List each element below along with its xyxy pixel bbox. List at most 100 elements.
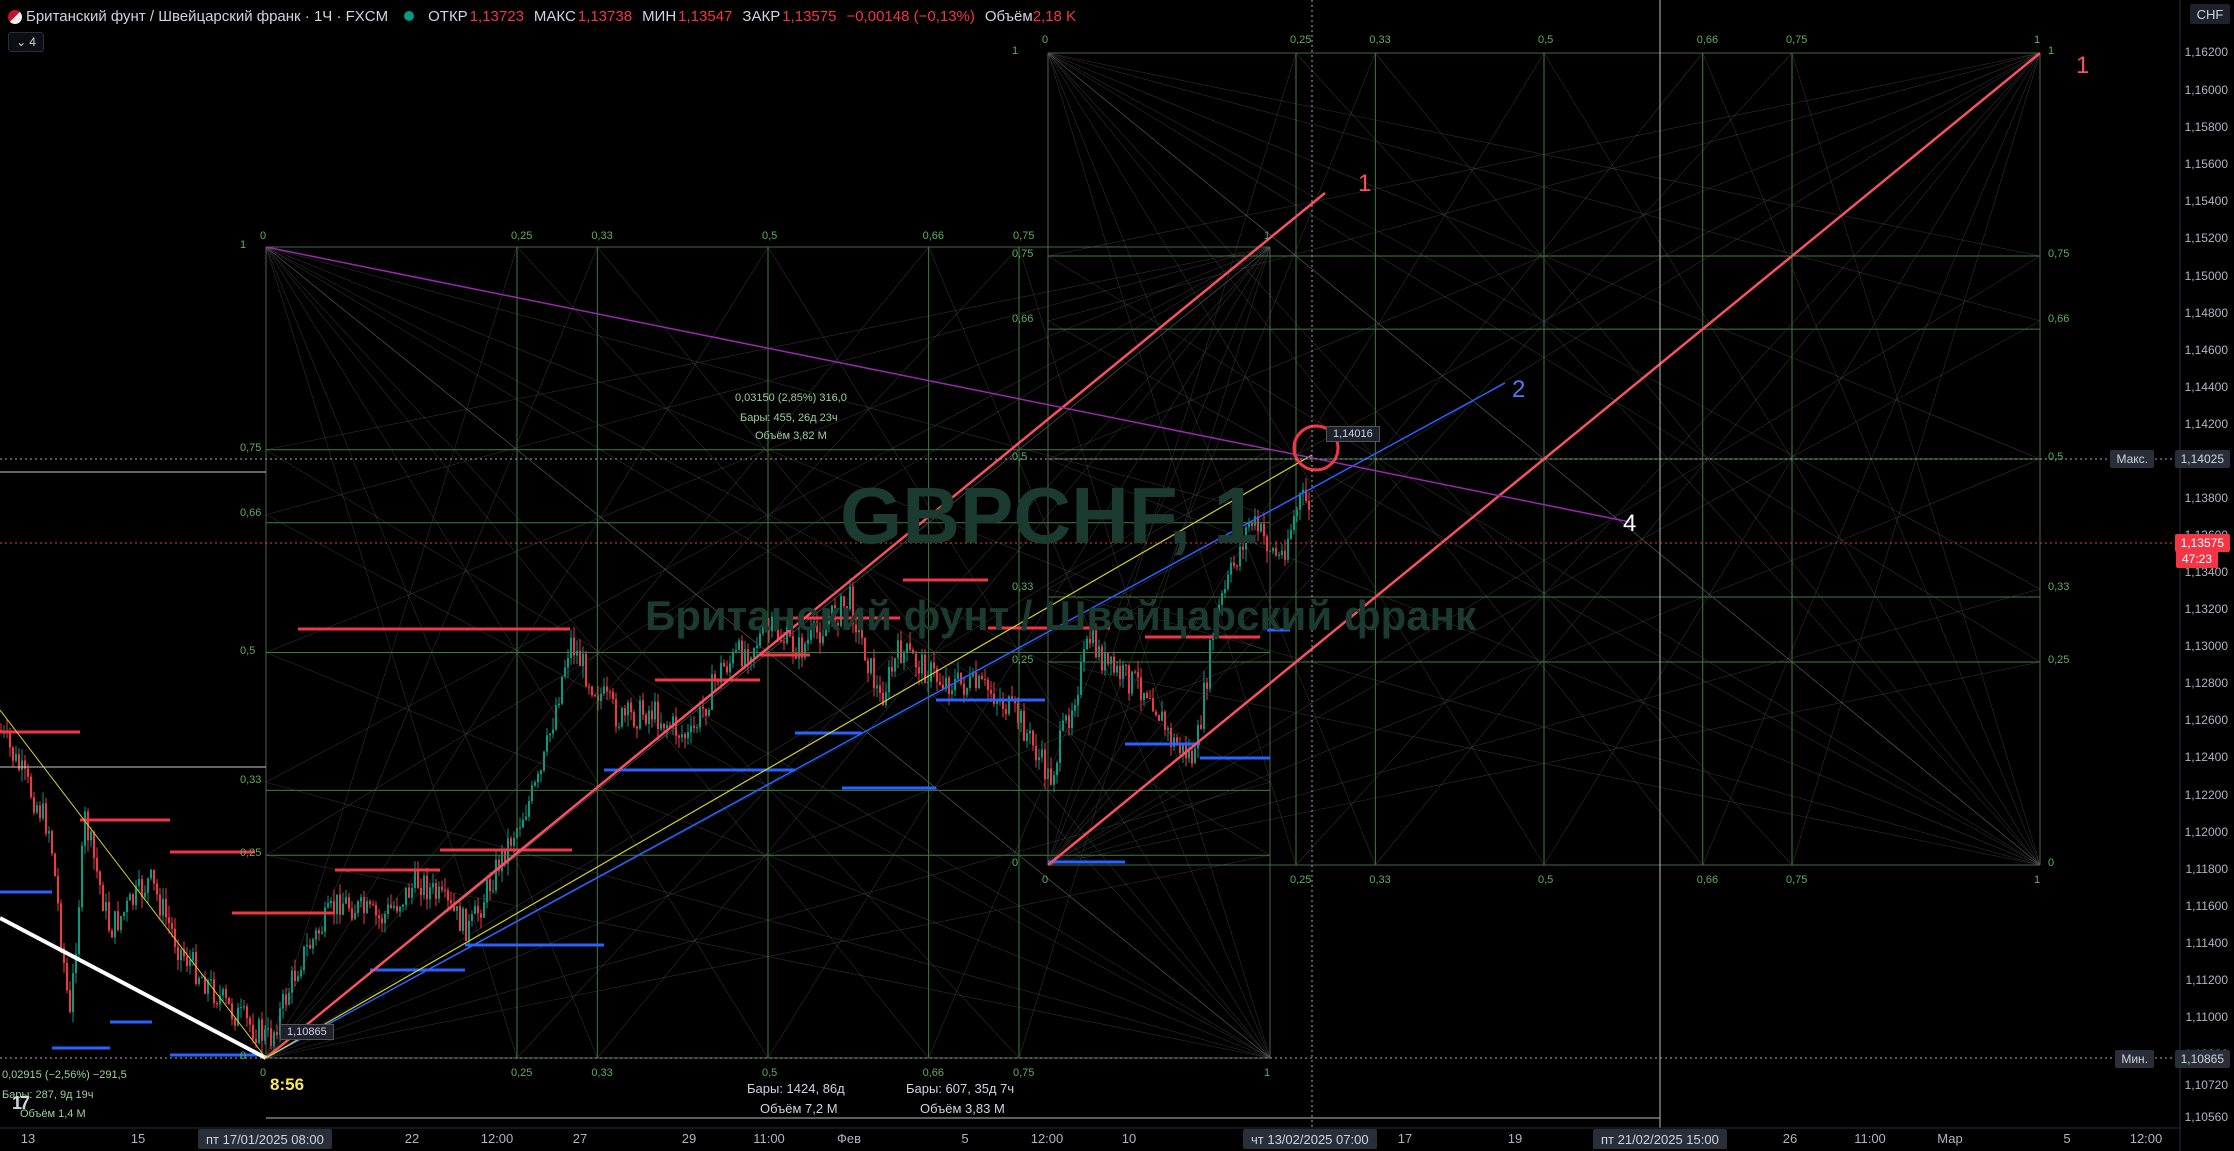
candle-body xyxy=(378,915,380,919)
candle-body xyxy=(537,774,539,783)
candle-body xyxy=(576,650,578,656)
time-tick: 15 xyxy=(130,1131,146,1146)
tradingview-logo[interactable]: 17 xyxy=(12,1093,30,1114)
candle-body xyxy=(1200,724,1202,729)
volume-value: 2,18 K xyxy=(1032,7,1077,25)
price-tick: 1,11400 xyxy=(2185,936,2229,950)
candle-body xyxy=(198,978,200,984)
candle-body xyxy=(540,770,542,775)
candle-body xyxy=(381,918,383,924)
gann-right-top-label: 0,25 xyxy=(1290,34,1312,46)
candle-body xyxy=(528,801,530,817)
candle-body xyxy=(561,676,563,704)
candle-body xyxy=(348,897,350,909)
gann-left-bottom-label: 0,75 xyxy=(1013,1067,1035,1079)
gann-right-top-label: 0,5 xyxy=(1538,34,1554,46)
trend-fan-lines xyxy=(0,52,2041,1060)
gann-left-bottom-label: 1 xyxy=(1264,1067,1271,1079)
candle-body xyxy=(774,616,776,626)
candle-body xyxy=(519,827,521,829)
candle-body xyxy=(1143,692,1145,701)
candle-body xyxy=(483,902,485,918)
gann-right-inner-label: 0,25 xyxy=(1012,654,1034,666)
time-tick: 22 xyxy=(404,1131,420,1146)
price-tick: 1,16000 xyxy=(2184,83,2228,97)
candle-body xyxy=(996,701,998,704)
candle-body xyxy=(357,901,359,913)
time-tick: Фев xyxy=(836,1131,862,1146)
candle-body xyxy=(705,708,707,716)
candle-body xyxy=(984,679,986,681)
indicators-toggle[interactable]: ⌄ 4 xyxy=(8,32,44,52)
candle-body xyxy=(534,782,536,786)
candle-body xyxy=(1050,768,1052,785)
legend-header[interactable]: Британский фунт / Швейцарский франк · 1Ч… xyxy=(22,0,1076,32)
gann-left-side-label: 0,25 xyxy=(240,847,262,860)
candle-body xyxy=(1221,593,1223,605)
candle-body xyxy=(870,658,872,674)
candle-body xyxy=(825,624,827,637)
candle-body xyxy=(567,657,569,668)
candle-body xyxy=(594,695,596,697)
chart-canvas[interactable] xyxy=(0,0,2234,1151)
symbol-title[interactable]: Британский фунт / Швейцарский франк · 1Ч… xyxy=(26,8,388,25)
price-tick: 1,10560 xyxy=(2184,1110,2228,1124)
candle-body xyxy=(549,733,551,736)
candle-body xyxy=(168,917,170,924)
candle-body xyxy=(294,970,296,981)
candle-body xyxy=(249,1018,251,1025)
candle-body xyxy=(654,701,656,720)
time-tick: 5 xyxy=(961,1131,969,1146)
price-tick: 1,15600 xyxy=(2184,157,2228,171)
candle-body xyxy=(1029,730,1031,734)
candle-body xyxy=(588,686,590,688)
candle-body xyxy=(1083,649,1085,663)
candle-body xyxy=(150,869,152,879)
bars-second: Бары: 607, 35д 7ч xyxy=(906,1081,1015,1096)
gann-left-bottom-label: 0,5 xyxy=(762,1067,778,1079)
candle-body xyxy=(69,990,71,1013)
candle-body xyxy=(51,831,53,854)
candle-body xyxy=(246,1006,248,1019)
candle-body xyxy=(306,944,308,947)
candle-body xyxy=(867,660,869,674)
candle-body xyxy=(1113,656,1115,673)
currency-button[interactable]: CHF xyxy=(2190,4,2230,24)
candle-body xyxy=(786,627,788,644)
price-tick: 1,12800 xyxy=(2184,676,2228,690)
candle-body xyxy=(603,686,605,694)
candle-body xyxy=(888,666,890,693)
candle-body xyxy=(951,690,953,695)
candle-body xyxy=(726,666,728,673)
candle-body xyxy=(228,997,230,1004)
candle-body xyxy=(1065,715,1067,721)
price-tick: 1,12200 xyxy=(2184,788,2228,802)
low-price-tag: 1,10865 xyxy=(280,1024,334,1040)
gann-left-side-label: 0,66 xyxy=(240,506,262,519)
candle-body xyxy=(339,894,341,915)
candle-body xyxy=(9,731,11,748)
candle-body xyxy=(897,640,899,659)
price-tick: 1,13200 xyxy=(2184,602,2228,616)
candle-body xyxy=(744,649,746,667)
candle-body xyxy=(1128,665,1130,694)
candle-body xyxy=(651,710,653,720)
candle-body xyxy=(126,900,128,913)
candle-body xyxy=(807,639,809,644)
time-tick: 11:00 xyxy=(753,1131,785,1146)
candle-body xyxy=(957,672,959,679)
candle-body xyxy=(723,662,725,667)
candle-body xyxy=(933,662,935,669)
purple-trendline xyxy=(265,246,1631,523)
candle-body xyxy=(144,892,146,898)
time-tick: 17 xyxy=(1397,1131,1413,1146)
range-measure-line3: Объём 3,82 M xyxy=(755,430,827,442)
chevron-down-icon: ⌄ xyxy=(16,35,27,49)
candle-body xyxy=(15,754,17,761)
candle-body xyxy=(693,725,695,728)
candle-body xyxy=(915,653,917,668)
candle-body xyxy=(891,666,893,672)
candle-body xyxy=(177,946,179,961)
candle-body xyxy=(369,901,371,905)
candle-body xyxy=(1188,750,1190,759)
